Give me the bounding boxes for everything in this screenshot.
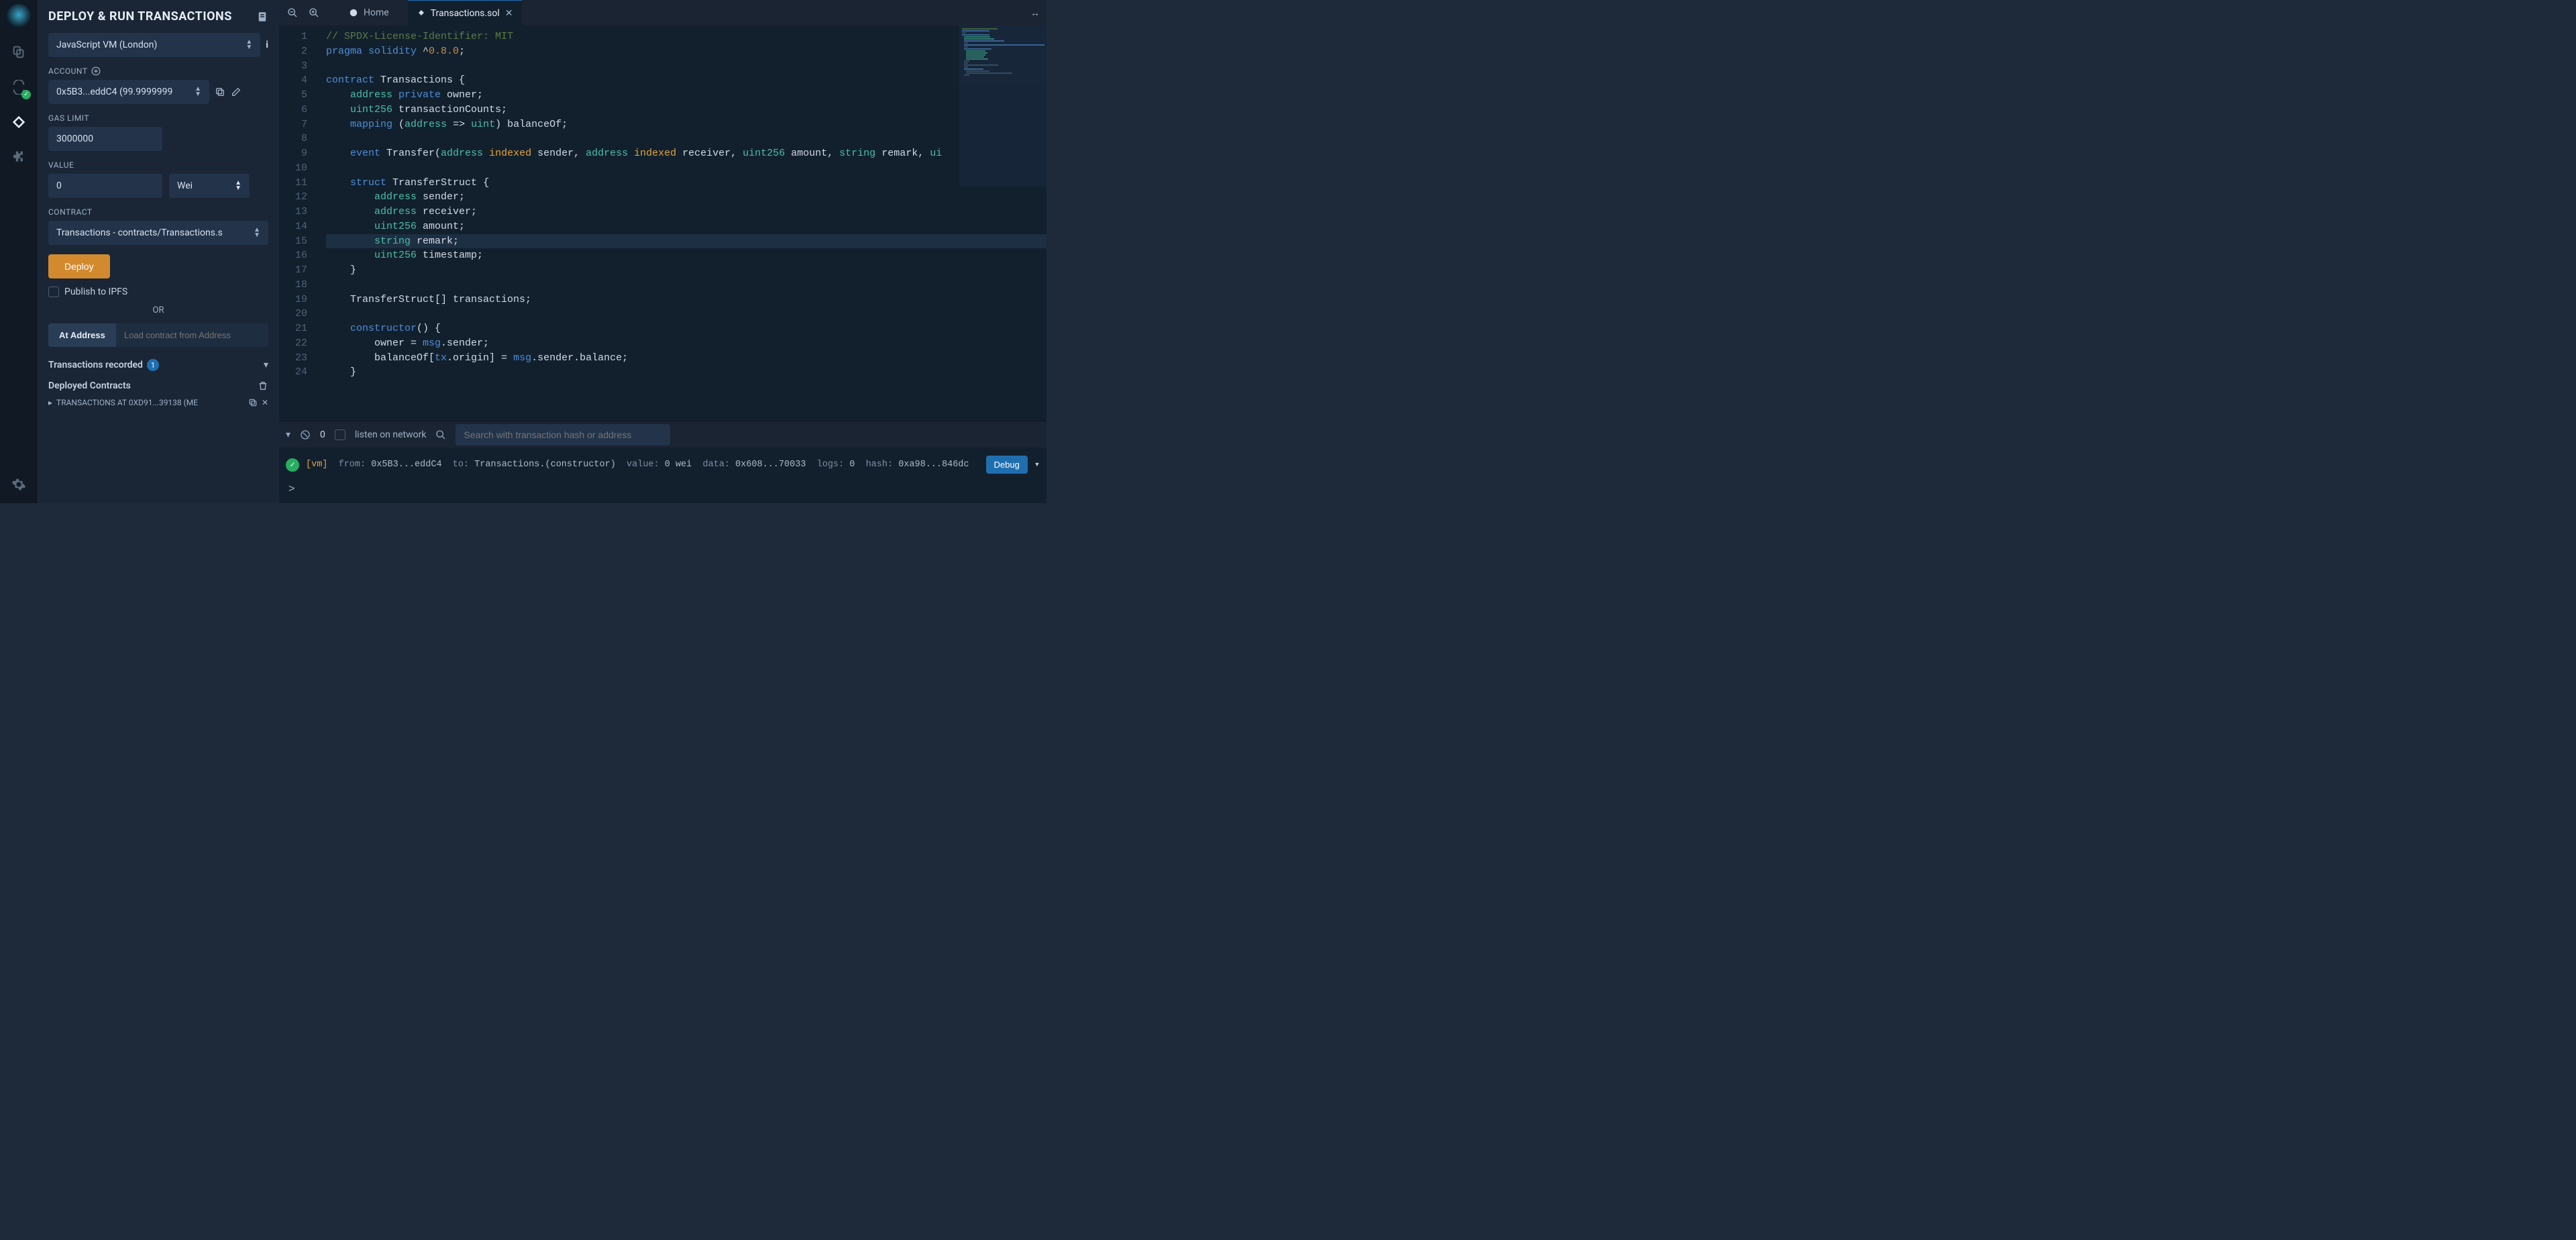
copy-account-icon[interactable]: [215, 87, 225, 97]
account-select[interactable]: 0x5B3...eddC4 (99.9999999 ▲▼: [48, 80, 209, 104]
deployed-contracts-label: Deployed Contracts: [48, 380, 131, 391]
listen-checkbox[interactable]: [335, 429, 345, 440]
settings-icon[interactable]: [8, 474, 30, 495]
contract-label: CONTRACT: [48, 207, 268, 217]
deploy-panel: DEPLOY & RUN TRANSACTIONS JavaScript VM …: [38, 0, 279, 503]
terminal: ✓ [vm] from: 0x5B3...eddC4 to: Transacti…: [279, 448, 1046, 503]
deploy-icon[interactable]: [8, 111, 30, 133]
tab-transactions[interactable]: Transactions.sol ✕: [408, 0, 523, 25]
debug-button[interactable]: Debug: [986, 456, 1028, 474]
solidity-icon: [417, 9, 425, 18]
tx-text: [vm] from: 0x5B3...eddC4 to: Transaction…: [306, 460, 979, 470]
or-divider: OR: [48, 305, 268, 315]
terminal-search-input[interactable]: [455, 424, 670, 446]
close-tab-icon[interactable]: ✕: [505, 8, 513, 19]
environment-select[interactable]: JavaScript VM (London) ▲▼: [48, 33, 260, 57]
value-input[interactable]: 0: [48, 174, 162, 198]
tx-recorded-label: Transactions recorded: [48, 360, 143, 370]
chevron-down-icon[interactable]: ▾: [1034, 459, 1040, 470]
gas-input[interactable]: 3000000: [48, 127, 162, 151]
publish-ipfs-checkbox[interactable]: [48, 287, 59, 297]
at-address-button[interactable]: At Address: [48, 323, 116, 347]
editor[interactable]: 123456789101112131415161718192021222324 …: [279, 25, 1046, 421]
gas-label: GAS LIMIT: [48, 113, 268, 123]
copy-instance-icon[interactable]: [248, 398, 258, 407]
account-label: ACCOUNT: [48, 66, 268, 76]
tab-home[interactable]: Home: [339, 0, 398, 25]
tab-bar: Home Transactions.sol ✕ ↔: [279, 0, 1046, 25]
zoom-in-icon[interactable]: [305, 5, 323, 21]
gutter: 123456789101112131415161718192021222324: [279, 25, 314, 421]
search-icon[interactable]: [435, 429, 446, 440]
tx-recorded-count: 1: [147, 359, 159, 371]
compiler-icon[interactable]: ✓: [8, 76, 30, 98]
instance-label[interactable]: TRANSACTIONS AT 0XD91...39138 (ME: [56, 398, 244, 407]
caret-icon: ▲▼: [246, 40, 252, 50]
panel-title: DEPLOY & RUN TRANSACTIONS: [48, 9, 232, 23]
terminal-prompt[interactable]: >: [286, 474, 1040, 498]
value-unit-select[interactable]: Wei ▲▼: [169, 174, 250, 198]
caret-icon: ▲▼: [195, 87, 201, 97]
main-area: Home Transactions.sol ✕ ↔ 12345678910111…: [279, 0, 1046, 503]
icon-bar: ✓: [0, 0, 38, 503]
success-icon: ✓: [286, 458, 299, 472]
edit-account-icon[interactable]: [231, 87, 241, 97]
deploy-button[interactable]: Deploy: [48, 254, 110, 278]
zoom-out-icon[interactable]: [283, 5, 302, 21]
value-label: VALUE: [48, 160, 268, 170]
expand-icon[interactable]: ↔: [1030, 7, 1040, 19]
chevron-right-icon[interactable]: ▸: [48, 398, 52, 407]
home-icon: [349, 8, 358, 17]
toggle-terminal-icon[interactable]: ▾: [286, 429, 290, 440]
account-value: 0x5B3...eddC4 (99.9999999: [56, 87, 172, 97]
environment-value: JavaScript VM (London): [56, 40, 157, 50]
publish-ipfs-label: Publish to IPFS: [64, 287, 127, 297]
trash-icon[interactable]: [258, 380, 268, 391]
at-address-input[interactable]: [116, 323, 268, 347]
contract-select[interactable]: Transactions - contracts/Transactions.s …: [48, 221, 268, 245]
file-explorer-icon[interactable]: [8, 42, 30, 63]
info-icon[interactable]: i: [266, 40, 268, 50]
pending-count: 0: [320, 429, 325, 440]
caret-icon: ▲▼: [254, 227, 260, 238]
clear-terminal-icon[interactable]: [300, 429, 311, 440]
caret-icon: ▲▼: [235, 180, 241, 191]
code[interactable]: // SPDX-License-Identifier: MITpragma so…: [314, 25, 1046, 421]
check-badge: ✓: [21, 90, 31, 99]
close-instance-icon[interactable]: ✕: [262, 398, 268, 407]
doc-icon[interactable]: [256, 11, 268, 23]
contract-value: Transactions - contracts/Transactions.s: [56, 227, 223, 238]
minimap[interactable]: [959, 25, 1046, 187]
plugin-icon[interactable]: [8, 146, 30, 168]
terminal-bar: ▾ 0 listen on network: [279, 421, 1046, 448]
listen-label: listen on network: [355, 429, 427, 440]
remix-logo[interactable]: [7, 4, 31, 28]
chevron-down-icon[interactable]: ▾: [264, 360, 268, 370]
tx-log-row[interactable]: ✓ [vm] from: 0x5B3...eddC4 to: Transacti…: [286, 456, 1040, 474]
add-account-icon[interactable]: [91, 66, 101, 76]
